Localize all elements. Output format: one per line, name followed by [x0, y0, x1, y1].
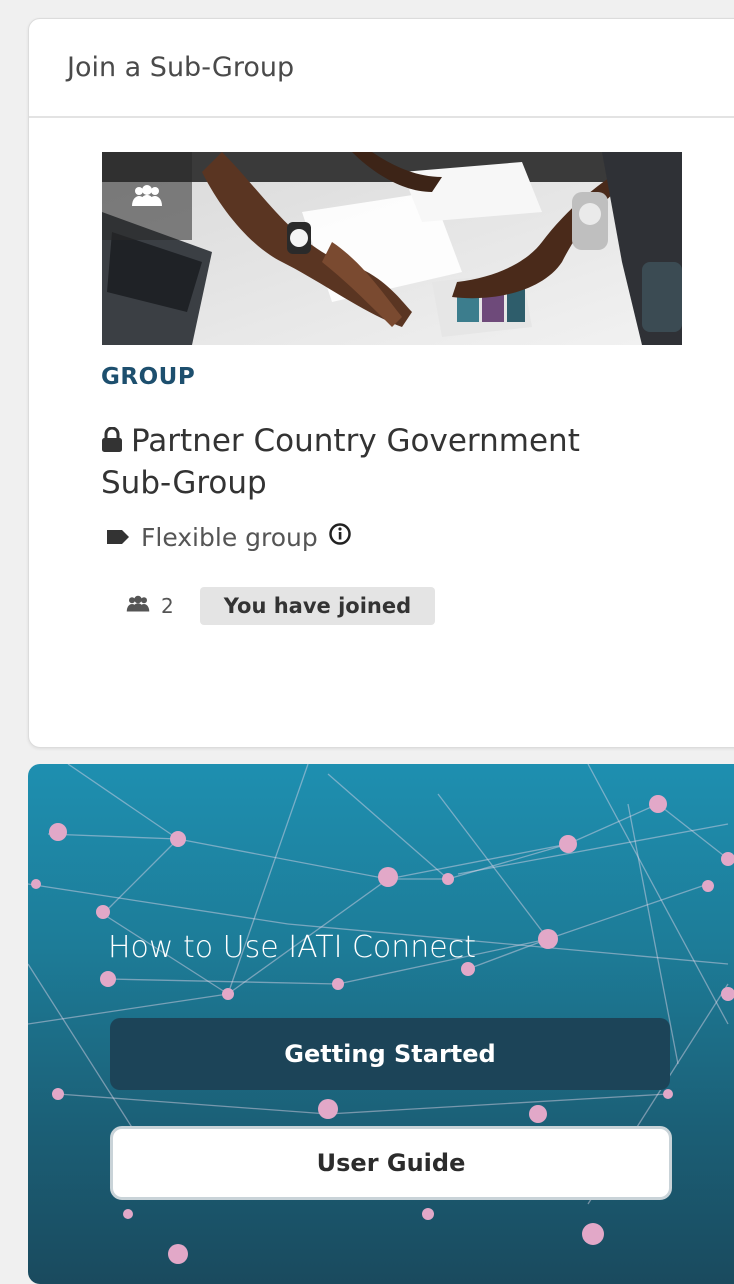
sub-group-card: Join a Sub-Group GROUP Partner Country G… [28, 18, 734, 748]
group-title[interactable]: Partner Country Government Sub-Group [101, 421, 661, 503]
card-header: Join a Sub-Group [29, 19, 734, 118]
group-type-badge [102, 152, 192, 240]
member-count-value: 2 [161, 594, 174, 618]
group-image[interactable] [102, 152, 682, 345]
users-icon [125, 594, 161, 618]
users-icon [130, 184, 164, 208]
getting-started-button[interactable]: Getting Started [110, 1018, 670, 1090]
promo-title: How to Use IATI Connect [108, 930, 477, 965]
help-promo-panel: How to Use IATI Connect Getting Started … [28, 764, 734, 1284]
group-title-text: Partner Country Government Sub-Group [101, 423, 580, 501]
tag-icon [105, 523, 131, 552]
info-icon[interactable] [328, 522, 352, 552]
group-type-row: Flexible group [105, 522, 352, 552]
card-header-title: Join a Sub-Group [67, 52, 295, 83]
joined-status-badge: You have joined [199, 587, 436, 625]
member-count: 2 [125, 594, 174, 618]
group-kind-label: GROUP [101, 364, 196, 390]
group-meta-row: 2 You have joined [125, 587, 436, 625]
lock-icon [101, 423, 123, 463]
user-guide-button[interactable]: User Guide [110, 1126, 672, 1200]
group-type-label: Flexible group [141, 522, 318, 552]
